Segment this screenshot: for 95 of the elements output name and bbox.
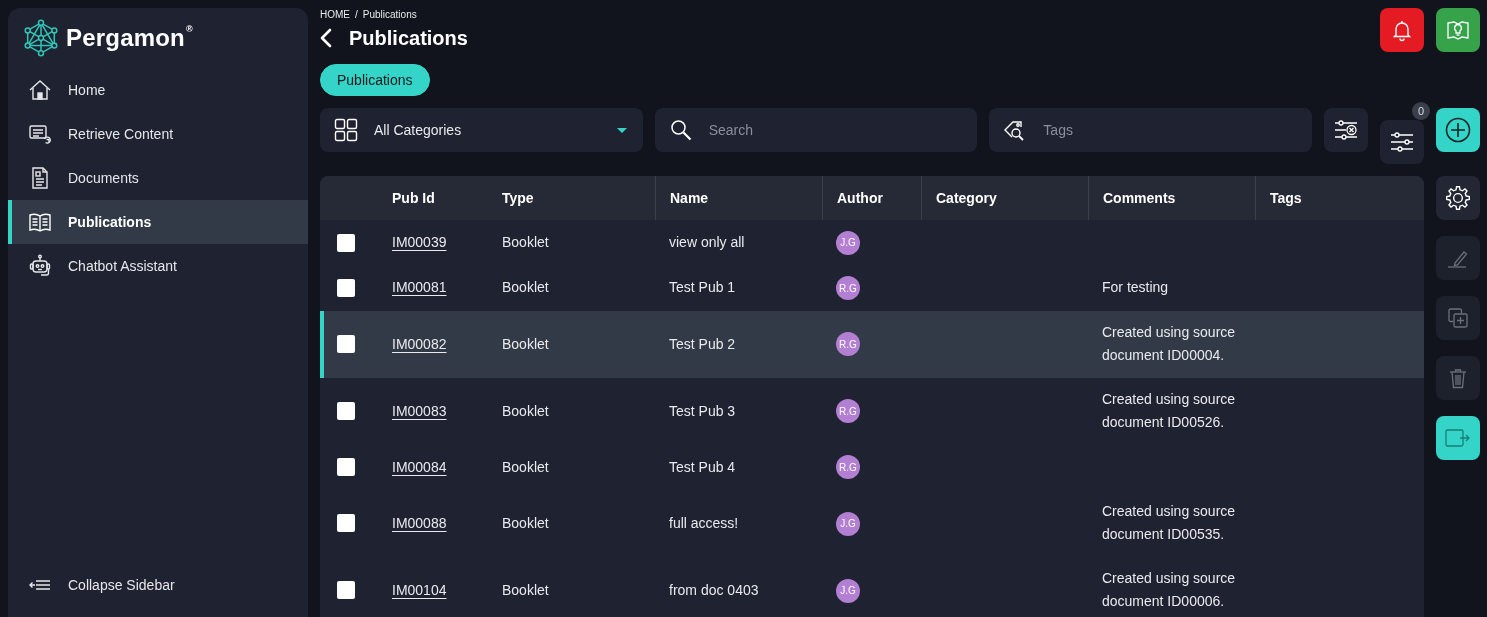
row-checkbox[interactable] [337,335,355,354]
table-cell-text: Created using source document ID00006. [1101,569,1237,612]
home-icon [28,78,52,102]
table-row[interactable]: IM00084 Booklet Test Pub 4 R.G [320,444,1424,490]
breadcrumb-separator: / [355,8,358,22]
author-avatar: R.G [836,276,860,301]
filters-button[interactable] [1380,120,1424,164]
pub-id-link[interactable]: IM00081 [392,279,447,296]
table-cell-text: Test Pub 3 [668,401,737,421]
logo-text: Pergamon$^{®}$ [66,24,193,52]
search-field[interactable]: Search [654,108,978,152]
column-header[interactable]: Type [488,176,655,220]
table-row[interactable]: IM00081 Booklet Test Pub 1 R.G For testing [320,265,1424,311]
breadcrumb-link[interactable]: HOME [320,8,350,22]
export-button[interactable] [1436,416,1480,460]
add-button[interactable] [1436,108,1480,152]
tab[interactable]: Publications [320,64,430,96]
table-cell-text: Booklet [501,278,550,298]
table-row[interactable]: IM00083 Booklet Test Pub 3 R.G Created using source document ID00526. [320,377,1424,445]
table-cell-text: Booklet [501,580,550,600]
guide-button[interactable] [1436,8,1480,52]
table-cell-text: Test Pub 4 [668,457,737,477]
table-cell-text: Created using source document ID00004. [1101,323,1237,366]
caret-down-icon [616,127,627,133]
column-header[interactable]: Tags [1255,176,1424,220]
chevron-left-icon [320,28,332,48]
table-row[interactable]: IM00088 Booklet full access! J.G Created using source document ID00535. [320,489,1424,557]
pub-id-link[interactable]: IM00084 [392,458,447,475]
column-header[interactable]: Name [655,176,822,220]
table-cell-text: Created using source document ID00526. [1101,390,1237,433]
row-checkbox[interactable] [337,233,355,252]
pub-id-link[interactable]: IM00039 [392,234,447,251]
copy-plus-icon [1446,306,1470,330]
pub-id-link[interactable]: IM00088 [392,514,447,531]
filter-count-badge: 0 [1412,102,1430,120]
table-cell-text: Test Pub 2 [668,334,737,354]
row-checkbox[interactable] [337,278,355,297]
pub-id-link[interactable]: IM00083 [392,402,447,419]
author-avatar: J.G [836,230,860,255]
book-lightbulb-icon [1446,18,1470,42]
page-title: Publications [349,26,468,50]
tags-field[interactable]: Tags [989,108,1312,152]
document-refresh-icon [28,122,52,146]
table-cell-text: Created using source document ID00535. [1101,502,1237,545]
settings-icon [1445,185,1471,211]
table-cell-text: Booklet [501,513,550,533]
table-cell-text: full access! [668,513,740,533]
category-dropdown[interactable]: All Categories [320,108,643,152]
pub-id-link[interactable]: IM00104 [392,581,447,598]
table-cell-text: For testing [1101,278,1170,298]
tags-input[interactable]: Tags [1043,120,1300,140]
table-cell-text: Test Pub 1 [668,278,737,298]
column-header[interactable]: Comments [1088,176,1255,220]
column-header[interactable]: Author [822,176,921,220]
table-cell-text: Booklet [501,401,550,421]
author-avatar: R.G [836,332,860,357]
column-header[interactable]: Category [921,176,1088,220]
author-avatar: R.G [836,399,860,424]
breadcrumb-current: Publications [362,8,417,22]
column-header[interactable]: Pub Id [378,176,488,220]
collapse-sidebar-button[interactable]: Collapse Sidebar [8,563,308,607]
grid-icon [334,118,358,142]
row-checkbox[interactable] [337,581,355,600]
sliders-icon [1389,130,1415,154]
author-avatar: J.G [836,511,860,536]
table-row[interactable]: IM00039 Booklet view only all J.G [320,220,1424,266]
settings-button[interactable] [1436,176,1480,220]
collapse-arrow-icon [28,578,52,592]
table-row[interactable]: IM00104 Booklet from doc 0403 J.G Created using source document ID00006. [320,556,1424,617]
notifications-button[interactable] [1380,8,1424,52]
pub-id-link[interactable]: IM00082 [392,335,447,352]
author-avatar: R.G [836,455,860,480]
box-arrow-right-icon [1445,428,1471,448]
table-cell-text: Booklet [501,457,550,477]
search-icon [668,118,693,142]
table-row[interactable]: IM00082 Booklet Test Pub 2 R.G Created using source document ID00004. [320,310,1424,378]
network-logo-icon [22,18,60,58]
nav-item[interactable]: Chatbot Assistant [8,244,308,288]
nav-item[interactable]: Home [8,68,308,112]
row-checkbox[interactable] [337,458,355,477]
search-input[interactable]: Search [708,120,966,140]
robot-icon [28,254,52,278]
table-cell-text: Booklet [501,334,550,354]
row-checkbox[interactable] [337,514,355,533]
row-checkbox[interactable] [337,402,355,421]
nav-item[interactable]: Publications [8,200,308,244]
table-cell-text: from doc 0403 [668,580,760,600]
table-cell-text: Booklet [501,233,550,253]
author-avatar: J.G [836,578,860,603]
clear-filters-button[interactable] [1324,108,1368,152]
nav-item[interactable]: Retrieve Content [8,112,308,156]
sliders-x-icon [1333,118,1359,142]
plus-circle-icon [1445,117,1471,143]
table-cell-text: view only all [668,233,746,253]
nav-item[interactable]: Documents [8,156,308,200]
